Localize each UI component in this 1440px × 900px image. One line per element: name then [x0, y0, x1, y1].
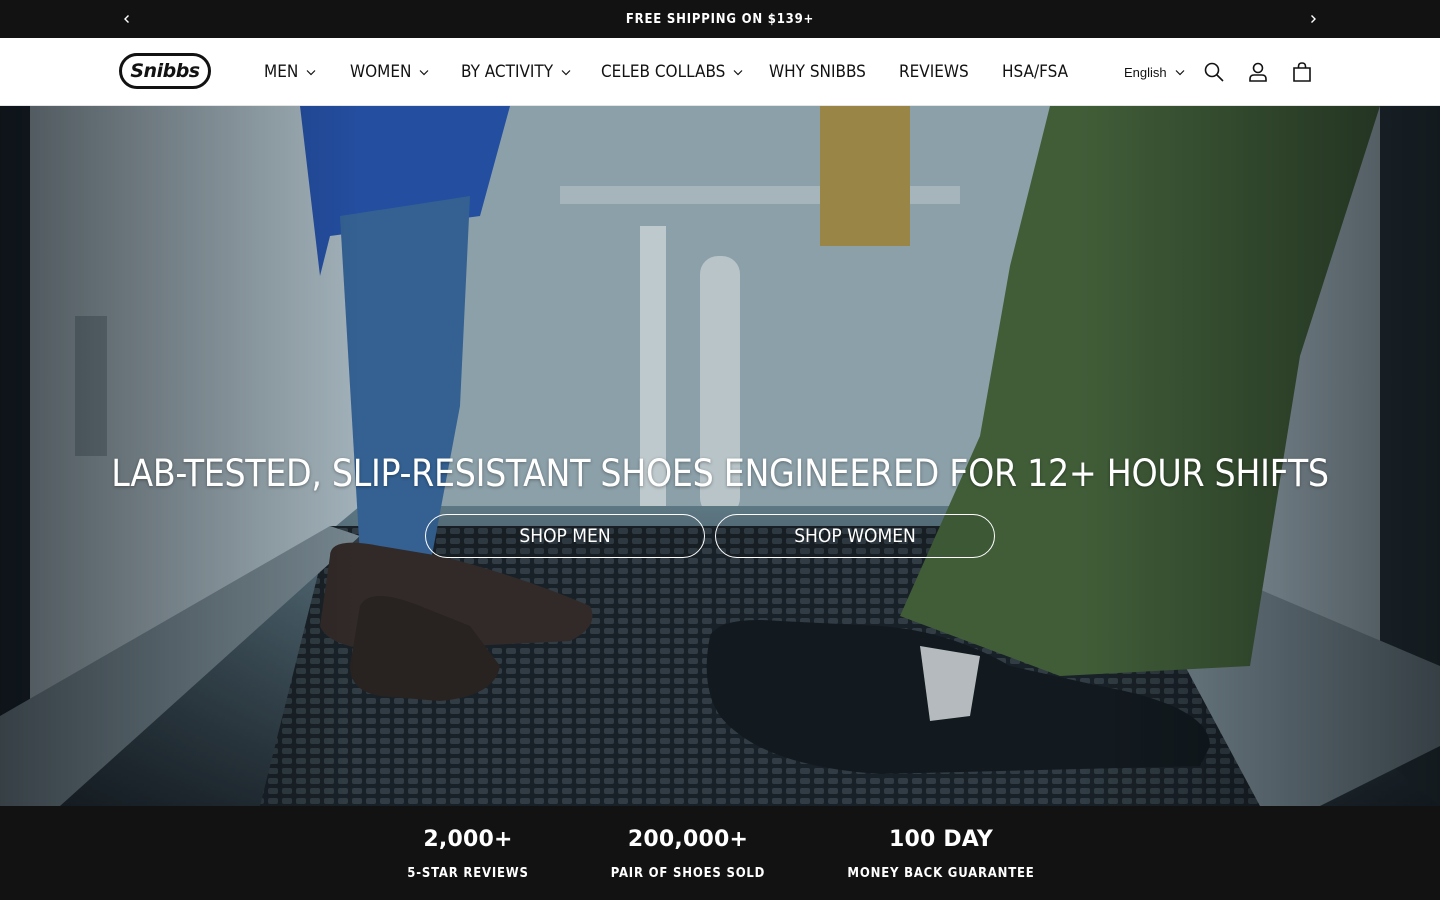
nav-label: HSA/FSA [1002, 62, 1069, 82]
account-button[interactable] [1246, 60, 1270, 84]
stat-value: 100 DAY [888, 827, 994, 852]
snibbs-logo[interactable]: Snibbs [119, 53, 211, 89]
hero-title: LAB-TESTED, SLIP-RESISTANT SHOES ENGINEE… [111, 452, 1329, 495]
stat-guarantee: 100 DAY MONEY BACK GUARANTEE [836, 806, 1046, 881]
chevron-down-icon [561, 69, 571, 76]
search-icon [1204, 62, 1224, 82]
chevron-down-icon [733, 69, 743, 76]
nav-item-by-activity[interactable]: BY ACTIVITY [461, 38, 571, 106]
account-icon [1249, 62, 1267, 82]
nav-label: BY ACTIVITY [461, 62, 554, 82]
chevron-down-icon [419, 69, 429, 76]
chevron-right-icon [1311, 15, 1316, 23]
site-header: Snibbs MEN WOMEN BY ACTIVITY CELEB COLLA… [0, 38, 1440, 106]
nav-item-hsa-fsa[interactable]: HSA/FSA [1002, 38, 1068, 106]
cart-icon [1293, 62, 1311, 82]
language-label: English [1124, 64, 1167, 80]
cart-button[interactable] [1290, 60, 1314, 84]
chevron-down-icon [1175, 69, 1185, 76]
announcement-text: FREE SHIPPING ON $139+ [625, 11, 815, 27]
shop-men-button[interactable]: SHOP MEN [425, 514, 705, 558]
announcement-next-button[interactable] [1302, 8, 1324, 30]
nav-item-why-snibbs[interactable]: WHY SNIBBS [769, 38, 866, 106]
language-selector[interactable]: English [1124, 38, 1185, 106]
nav-label: MEN [264, 62, 299, 82]
stat-label: MONEY BACK GUARANTEE [847, 866, 1035, 881]
announcement-bar: FREE SHIPPING ON $139+ [0, 0, 1440, 38]
chevron-left-icon [124, 15, 129, 23]
chevron-down-icon [306, 69, 316, 76]
logo-text: Snibbs [130, 60, 200, 82]
hero-banner: LAB-TESTED, SLIP-RESISTANT SHOES ENGINEE… [0, 106, 1440, 806]
shop-women-button[interactable]: SHOP WOMEN [715, 514, 995, 558]
stat-label: PAIR OF SHOES SOLD [610, 866, 766, 881]
nav-label: WOMEN [350, 62, 412, 82]
nav-item-reviews[interactable]: REVIEWS [899, 38, 969, 106]
nav-label: REVIEWS [899, 62, 969, 82]
stat-value: 2,000+ [423, 827, 513, 852]
nav-label: WHY SNIBBS [769, 62, 866, 82]
search-button[interactable] [1202, 60, 1226, 84]
stat-label: 5-STAR REVIEWS [407, 866, 529, 881]
nav-label: CELEB COLLABS [601, 62, 726, 82]
stat-value: 200,000+ [627, 827, 749, 852]
stats-bar: 2,000+ 5-STAR REVIEWS 200,000+ PAIR OF S… [0, 806, 1440, 900]
nav-item-men[interactable]: MEN [264, 38, 316, 106]
nav-item-celeb-collabs[interactable]: CELEB COLLABS [601, 38, 743, 106]
nav-item-women[interactable]: WOMEN [350, 38, 429, 106]
announcement-prev-button[interactable] [116, 8, 138, 30]
stat-reviews: 2,000+ 5-STAR REVIEWS [388, 806, 548, 881]
stat-shoes-sold: 200,000+ PAIR OF SHOES SOLD [598, 806, 778, 881]
